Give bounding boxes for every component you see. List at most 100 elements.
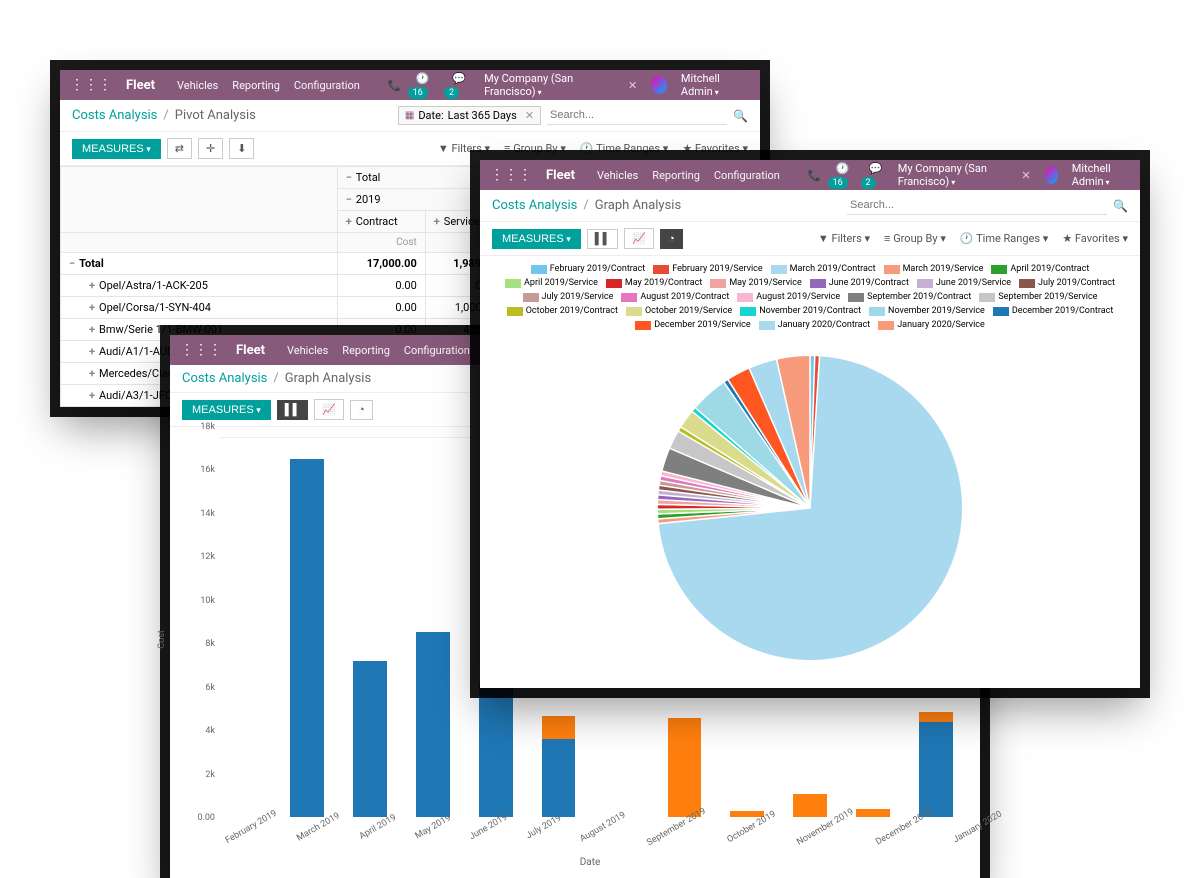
legend-item[interactable]: December 2019/Contract bbox=[993, 306, 1113, 316]
favorites-menu[interactable]: ★ Favorites ▾ bbox=[682, 142, 748, 155]
x-axis: February 2019March 2019April 2019May 201… bbox=[220, 823, 960, 833]
legend-item[interactable]: March 2019/Contract bbox=[771, 264, 876, 274]
brand[interactable]: Fleet bbox=[236, 343, 265, 358]
legend-item[interactable]: April 2019/Contract bbox=[991, 264, 1089, 274]
legend-item[interactable]: August 2019/Service bbox=[737, 292, 840, 302]
legend-item[interactable]: November 2019/Service bbox=[869, 306, 985, 316]
chat-icon[interactable]: 💬2 bbox=[452, 72, 470, 98]
filter-chip-date[interactable]: ▦ Date: Last 365 Days ✕ bbox=[398, 106, 541, 125]
close-icon[interactable]: ✕ bbox=[1021, 169, 1030, 182]
legend-item[interactable]: September 2019/Contract bbox=[848, 292, 971, 302]
legend-item[interactable]: May 2019/Service bbox=[710, 278, 801, 288]
groupby-menu[interactable]: ≡ Group By ▾ bbox=[884, 232, 946, 245]
search-input[interactable] bbox=[547, 106, 727, 125]
topbar: ⋮⋮⋮ Fleet Vehicles Reporting Configurati… bbox=[480, 160, 1140, 190]
clock-icon[interactable]: 🕐16 bbox=[836, 162, 855, 188]
brand[interactable]: Fleet bbox=[546, 168, 575, 183]
measures-button[interactable]: MEASURES bbox=[492, 229, 581, 249]
legend-item[interactable]: July 2019/Service bbox=[523, 292, 614, 302]
nav-reporting[interactable]: Reporting bbox=[652, 169, 700, 182]
controls-row: MEASURES ▌▌ 📈 ◔ ▼ Filters ▾ ≡ Group By ▾… bbox=[480, 222, 1140, 256]
search-input[interactable] bbox=[847, 196, 1107, 215]
bar-chart-button[interactable]: ▌▌ bbox=[277, 400, 309, 420]
legend-item[interactable]: May 2019/Contract bbox=[606, 278, 702, 288]
user-menu[interactable]: Mitchell Admin▾ bbox=[681, 72, 750, 98]
measures-button[interactable]: MEASURES bbox=[72, 139, 161, 159]
bar-group[interactable] bbox=[283, 438, 331, 817]
nav-vehicles[interactable]: Vehicles bbox=[287, 344, 328, 357]
legend-item[interactable]: March 2019/Service bbox=[884, 264, 984, 274]
line-chart-button[interactable]: 📈 bbox=[314, 399, 344, 420]
chip-remove-icon[interactable]: ✕ bbox=[525, 109, 534, 122]
line-chart-button[interactable]: 📈 bbox=[624, 228, 654, 249]
y-axis-label: Cost bbox=[157, 630, 167, 649]
avatar[interactable] bbox=[651, 76, 667, 94]
nav-configuration[interactable]: Configuration bbox=[294, 79, 360, 92]
filters-menu[interactable]: ▼ Filters ▾ bbox=[818, 232, 870, 245]
pie-chart-button[interactable]: ◔ bbox=[350, 400, 373, 420]
calendar-icon: ▦ bbox=[405, 110, 414, 121]
y-axis: 0.002k4k6k8k10k12k14k16k18k bbox=[180, 437, 215, 828]
pie-legend: February 2019/Contract February 2019/Serv… bbox=[480, 256, 1140, 338]
phone-icon[interactable]: 📞 bbox=[808, 169, 822, 182]
legend-item[interactable]: October 2019/Contract bbox=[507, 306, 618, 316]
company-selector[interactable]: My Company (San Francisco)▾ bbox=[898, 162, 1008, 188]
close-icon[interactable]: ✕ bbox=[628, 79, 637, 92]
apps-icon[interactable]: ⋮⋮⋮ bbox=[180, 342, 222, 358]
breadcrumb-current: Pivot Analysis bbox=[175, 108, 256, 123]
nav-configuration[interactable]: Configuration bbox=[714, 169, 780, 182]
legend-item[interactable]: August 2019/Contract bbox=[621, 292, 729, 302]
groupby-menu[interactable]: ≡ Group By ▾ bbox=[504, 142, 566, 155]
breadcrumb-root[interactable]: Costs Analysis bbox=[492, 198, 577, 213]
pie-chart-button[interactable]: ◔ bbox=[660, 229, 683, 249]
measures-button[interactable]: MEASURES bbox=[182, 400, 271, 420]
download-button[interactable]: ⬇ bbox=[229, 138, 254, 159]
apps-icon[interactable]: ⋮⋮⋮ bbox=[70, 77, 112, 93]
breadcrumb-root[interactable]: Costs Analysis bbox=[182, 371, 267, 386]
legend-item[interactable]: November 2019/Contract bbox=[740, 306, 861, 316]
nav-vehicles[interactable]: Vehicles bbox=[597, 169, 638, 182]
bar-group[interactable] bbox=[409, 438, 457, 817]
legend-item[interactable]: February 2019/Service bbox=[653, 264, 762, 274]
company-selector[interactable]: My Company (San Francisco)▾ bbox=[484, 72, 614, 98]
expand-button[interactable]: ✛ bbox=[198, 138, 223, 159]
bar-group[interactable] bbox=[346, 438, 394, 817]
breadcrumb: Costs Analysis / Pivot Analysis ▦ Date: … bbox=[60, 100, 760, 132]
timeranges-menu[interactable]: 🕐 Time Ranges ▾ bbox=[960, 232, 1048, 245]
bar-chart-button[interactable]: ▌▌ bbox=[587, 229, 619, 249]
legend-item[interactable]: June 2019/Contract bbox=[810, 278, 909, 288]
breadcrumb-root[interactable]: Costs Analysis bbox=[72, 108, 157, 123]
apps-icon[interactable]: ⋮⋮⋮ bbox=[490, 167, 532, 183]
clock-icon[interactable]: 🕐16 bbox=[416, 72, 438, 98]
nav-configuration[interactable]: Configuration bbox=[404, 344, 470, 357]
phone-icon[interactable]: 📞 bbox=[388, 79, 402, 92]
breadcrumb: Costs Analysis / Graph Analysis 🔍 bbox=[480, 190, 1140, 222]
legend-item[interactable]: February 2019/Contract bbox=[531, 264, 646, 274]
brand[interactable]: Fleet bbox=[126, 78, 155, 93]
legend-item[interactable]: September 2019/Service bbox=[979, 292, 1097, 302]
pie-svg bbox=[650, 348, 970, 668]
avatar[interactable] bbox=[1045, 166, 1058, 184]
user-menu[interactable]: Mitchell Admin▾ bbox=[1072, 162, 1130, 188]
timeranges-menu[interactable]: 🕐 Time Ranges ▾ bbox=[580, 142, 668, 155]
nav-vehicles[interactable]: Vehicles bbox=[177, 79, 218, 92]
legend-item[interactable]: June 2019/Service bbox=[917, 278, 1011, 288]
legend-item[interactable]: December 2019/Service bbox=[635, 320, 750, 330]
nav-reporting[interactable]: Reporting bbox=[342, 344, 390, 357]
search-icon[interactable]: 🔍 bbox=[733, 109, 748, 123]
legend-item[interactable]: October 2019/Service bbox=[626, 306, 732, 316]
chat-icon[interactable]: 💬2 bbox=[869, 162, 884, 188]
pie-chart bbox=[480, 338, 1140, 688]
filters-menu[interactable]: ▼ Filters ▾ bbox=[438, 142, 490, 155]
nav-reporting[interactable]: Reporting bbox=[232, 79, 280, 92]
flip-axis-button[interactable]: ⇄ bbox=[167, 138, 192, 159]
legend-item[interactable]: April 2019/Service bbox=[505, 278, 598, 288]
bar-group[interactable] bbox=[220, 438, 268, 817]
search-icon[interactable]: 🔍 bbox=[1113, 199, 1128, 213]
legend-item[interactable]: January 2020/Service bbox=[878, 320, 985, 330]
favorites-menu[interactable]: ★ Favorites ▾ bbox=[1062, 232, 1128, 245]
legend-item[interactable]: July 2019/Contract bbox=[1019, 278, 1115, 288]
breadcrumb-current: Graph Analysis bbox=[595, 198, 681, 213]
topbar: ⋮⋮⋮ Fleet Vehicles Reporting Configurati… bbox=[60, 70, 760, 100]
legend-item[interactable]: January 2020/Contract bbox=[759, 320, 871, 330]
